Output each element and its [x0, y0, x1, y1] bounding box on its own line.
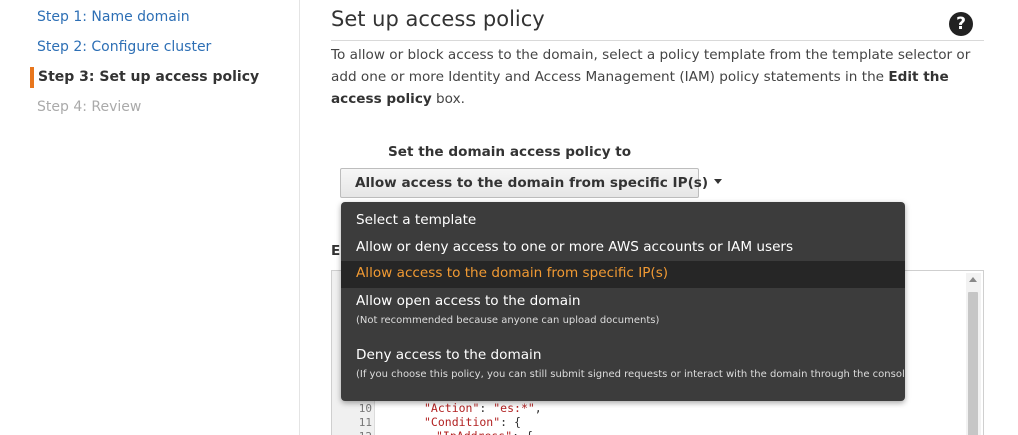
menu-item-label: Deny access to the domain	[356, 347, 542, 363]
code-punct: : {	[512, 429, 533, 435]
code-punct: : {	[500, 415, 521, 429]
step-review-disabled: Step 4: Review	[37, 99, 142, 115]
policy-template-menu: Select a template Allow or deny access t…	[341, 202, 905, 401]
code-key: "Condition"	[424, 415, 501, 429]
wizard-steps-nav: Step 1: Name domain Step 2: Configure cl…	[0, 0, 300, 435]
line-number: 12	[332, 430, 372, 435]
code-punct: ,	[534, 401, 542, 415]
page-description: To allow or block access to the domain, …	[331, 44, 991, 110]
active-step-marker	[30, 67, 34, 88]
menu-item-note: (If you choose this policy, you can stil…	[356, 369, 905, 380]
code-key: "Action"	[424, 401, 480, 415]
code-value: "es:*"	[493, 401, 535, 415]
menu-item-label: Allow or deny access to one or more AWS …	[356, 239, 794, 255]
scroll-up-arrow-icon[interactable]	[969, 277, 977, 282]
line-number: 10	[358, 402, 372, 415]
editor-scrollbar[interactable]	[966, 273, 981, 435]
dropdown-selected-value: Allow access to the domain from specific…	[355, 175, 709, 191]
menu-item-specific-ips[interactable]: Allow access to the domain from specific…	[341, 261, 905, 288]
code-line: "IpAddress": {	[436, 429, 533, 435]
code-line: "Action": "es:*",	[424, 401, 542, 415]
code-key: "IpAddress"	[436, 429, 512, 435]
page-title: Set up access policy	[331, 7, 545, 31]
question-circle-icon[interactable]: ?	[949, 12, 973, 36]
step-access-policy-current: Step 3: Set up access policy	[38, 69, 260, 85]
code-line: "Condition": {	[424, 415, 521, 429]
step-configure-cluster-link[interactable]: Step 2: Configure cluster	[37, 39, 211, 55]
menu-item-deny-access[interactable]: Deny access to the domain (If you choose …	[341, 347, 905, 397]
menu-item-label: Allow open access to the domain	[356, 293, 581, 309]
menu-item-label: Select a template	[356, 212, 477, 228]
code-punct: :	[479, 401, 494, 415]
step-name-domain-link[interactable]: Step 1: Name domain	[37, 9, 190, 25]
menu-item-select-template[interactable]: Select a template	[341, 212, 905, 238]
menu-item-label: Allow access to the domain from specific…	[356, 265, 669, 281]
description-text: To allow or block access to the domain, …	[331, 47, 971, 85]
line-number: 11	[358, 416, 372, 429]
scrollbar-thumb[interactable]	[968, 292, 978, 435]
title-divider	[331, 40, 984, 41]
menu-item-note: (Not recommended because anyone can uplo…	[356, 315, 660, 326]
policy-template-dropdown[interactable]: Allow access to the domain from specific…	[340, 168, 723, 198]
edit-policy-label: E	[331, 243, 341, 259]
menu-item-open-access[interactable]: Allow open access to the domain (Not reco…	[341, 293, 905, 343]
caret-down-icon	[714, 178, 723, 184]
policy-selector-label: Set the domain access policy to	[388, 144, 632, 160]
description-text-end: box.	[431, 91, 465, 107]
